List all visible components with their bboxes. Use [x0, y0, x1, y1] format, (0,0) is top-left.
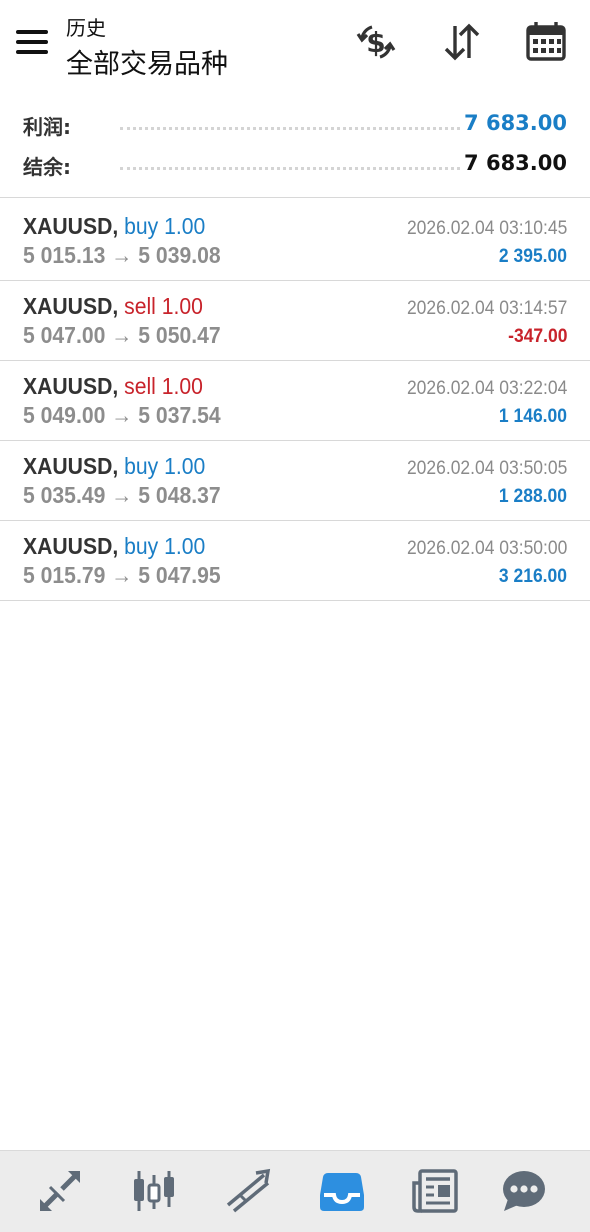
deal-side: buy 1.00	[124, 213, 206, 239]
deal-time: 2026.02.04 03:10:45	[406, 218, 567, 239]
deal-profit: 1 146.00	[498, 406, 567, 427]
deal-time: 2026.02.04 03:22:04	[406, 378, 567, 399]
deal-row[interactable]: XAUUSD, buy 1.00 5 035.49 → 5 048.37 202…	[0, 441, 590, 521]
deal-symbol: XAUUSD, sell 1.00	[23, 373, 203, 400]
deal-profit: 1 288.00	[498, 486, 567, 507]
chart-icon[interactable]	[128, 1165, 180, 1217]
balance-row: 结余: 7 683.00	[0, 143, 590, 183]
deal-row[interactable]: XAUUSD, sell 1.00 5 047.00 → 5 050.47 20…	[0, 281, 590, 361]
header-subtitle: 历史	[66, 16, 106, 40]
deal-row[interactable]: XAUUSD, sell 1.00 5 049.00 → 5 037.54 20…	[0, 361, 590, 441]
profit-label: 利润:	[23, 115, 71, 139]
balance-label: 结余:	[23, 155, 71, 179]
symbol-text: XAUUSD,	[23, 293, 119, 319]
profit-row: 利润: 7 683.00	[0, 103, 590, 143]
quotes-icon[interactable]	[34, 1165, 86, 1217]
news-icon[interactable]	[410, 1165, 462, 1217]
dotted-leader	[120, 167, 460, 170]
dotted-leader	[120, 127, 460, 130]
symbol-text: XAUUSD,	[23, 533, 119, 559]
trade-icon[interactable]	[222, 1165, 274, 1217]
menu-line	[16, 50, 48, 54]
menu-line	[16, 30, 48, 34]
deal-profit: 3 216.00	[498, 566, 567, 587]
menu-button[interactable]	[14, 26, 50, 60]
deal-time: 2026.02.04 03:50:05	[406, 458, 567, 479]
symbol-text: XAUUSD,	[23, 373, 119, 399]
chat-icon[interactable]	[498, 1165, 550, 1217]
profit-value: 7 683.00	[464, 111, 567, 135]
deal-symbol: XAUUSD, sell 1.00	[23, 293, 203, 320]
history-icon[interactable]	[316, 1165, 368, 1217]
sort-icon[interactable]	[438, 18, 486, 66]
deal-side: buy 1.00	[124, 453, 206, 479]
app-header: 历史 全部交易品种 $	[0, 0, 590, 96]
deal-side: sell 1.00	[124, 373, 203, 399]
deal-side: buy 1.00	[124, 533, 206, 559]
summary-panel: 利润: 7 683.00 结余: 7 683.00	[0, 100, 590, 198]
deal-row[interactable]: XAUUSD, buy 1.00 5 015.79 → 5 047.95 202…	[0, 521, 590, 601]
menu-line	[16, 40, 48, 44]
deal-symbol: XAUUSD, buy 1.00	[23, 453, 205, 480]
page-title: 全部交易品种	[66, 49, 228, 80]
deal-time: 2026.02.04 03:14:57	[406, 298, 567, 319]
deal-prices: 5 015.79 → 5 047.95	[23, 562, 221, 588]
deal-side: sell 1.00	[124, 293, 203, 319]
balance-value: 7 683.00	[464, 151, 567, 175]
svg-text:$: $	[366, 26, 385, 59]
deal-time: 2026.02.04 03:50:00	[406, 538, 567, 559]
symbol-text: XAUUSD,	[23, 453, 119, 479]
deal-profit: 2 395.00	[498, 246, 567, 267]
deal-prices: 5 047.00 → 5 050.47	[23, 322, 221, 348]
bottom-navigation	[0, 1150, 590, 1232]
deal-symbol: XAUUSD, buy 1.00	[23, 533, 205, 560]
deal-prices: 5 049.00 → 5 037.54	[23, 402, 221, 428]
calendar-icon[interactable]	[522, 18, 570, 66]
deal-symbol: XAUUSD, buy 1.00	[23, 213, 205, 240]
deal-prices: 5 035.49 → 5 048.37	[23, 482, 221, 508]
symbol-text: XAUUSD,	[23, 213, 119, 239]
deal-row[interactable]: XAUUSD, buy 1.00 5 015.13 → 5 039.08 202…	[0, 201, 590, 281]
currency-exchange-icon[interactable]: $	[352, 18, 400, 66]
deal-profit: -347.00	[507, 326, 567, 347]
deal-prices: 5 015.13 → 5 039.08	[23, 242, 221, 268]
